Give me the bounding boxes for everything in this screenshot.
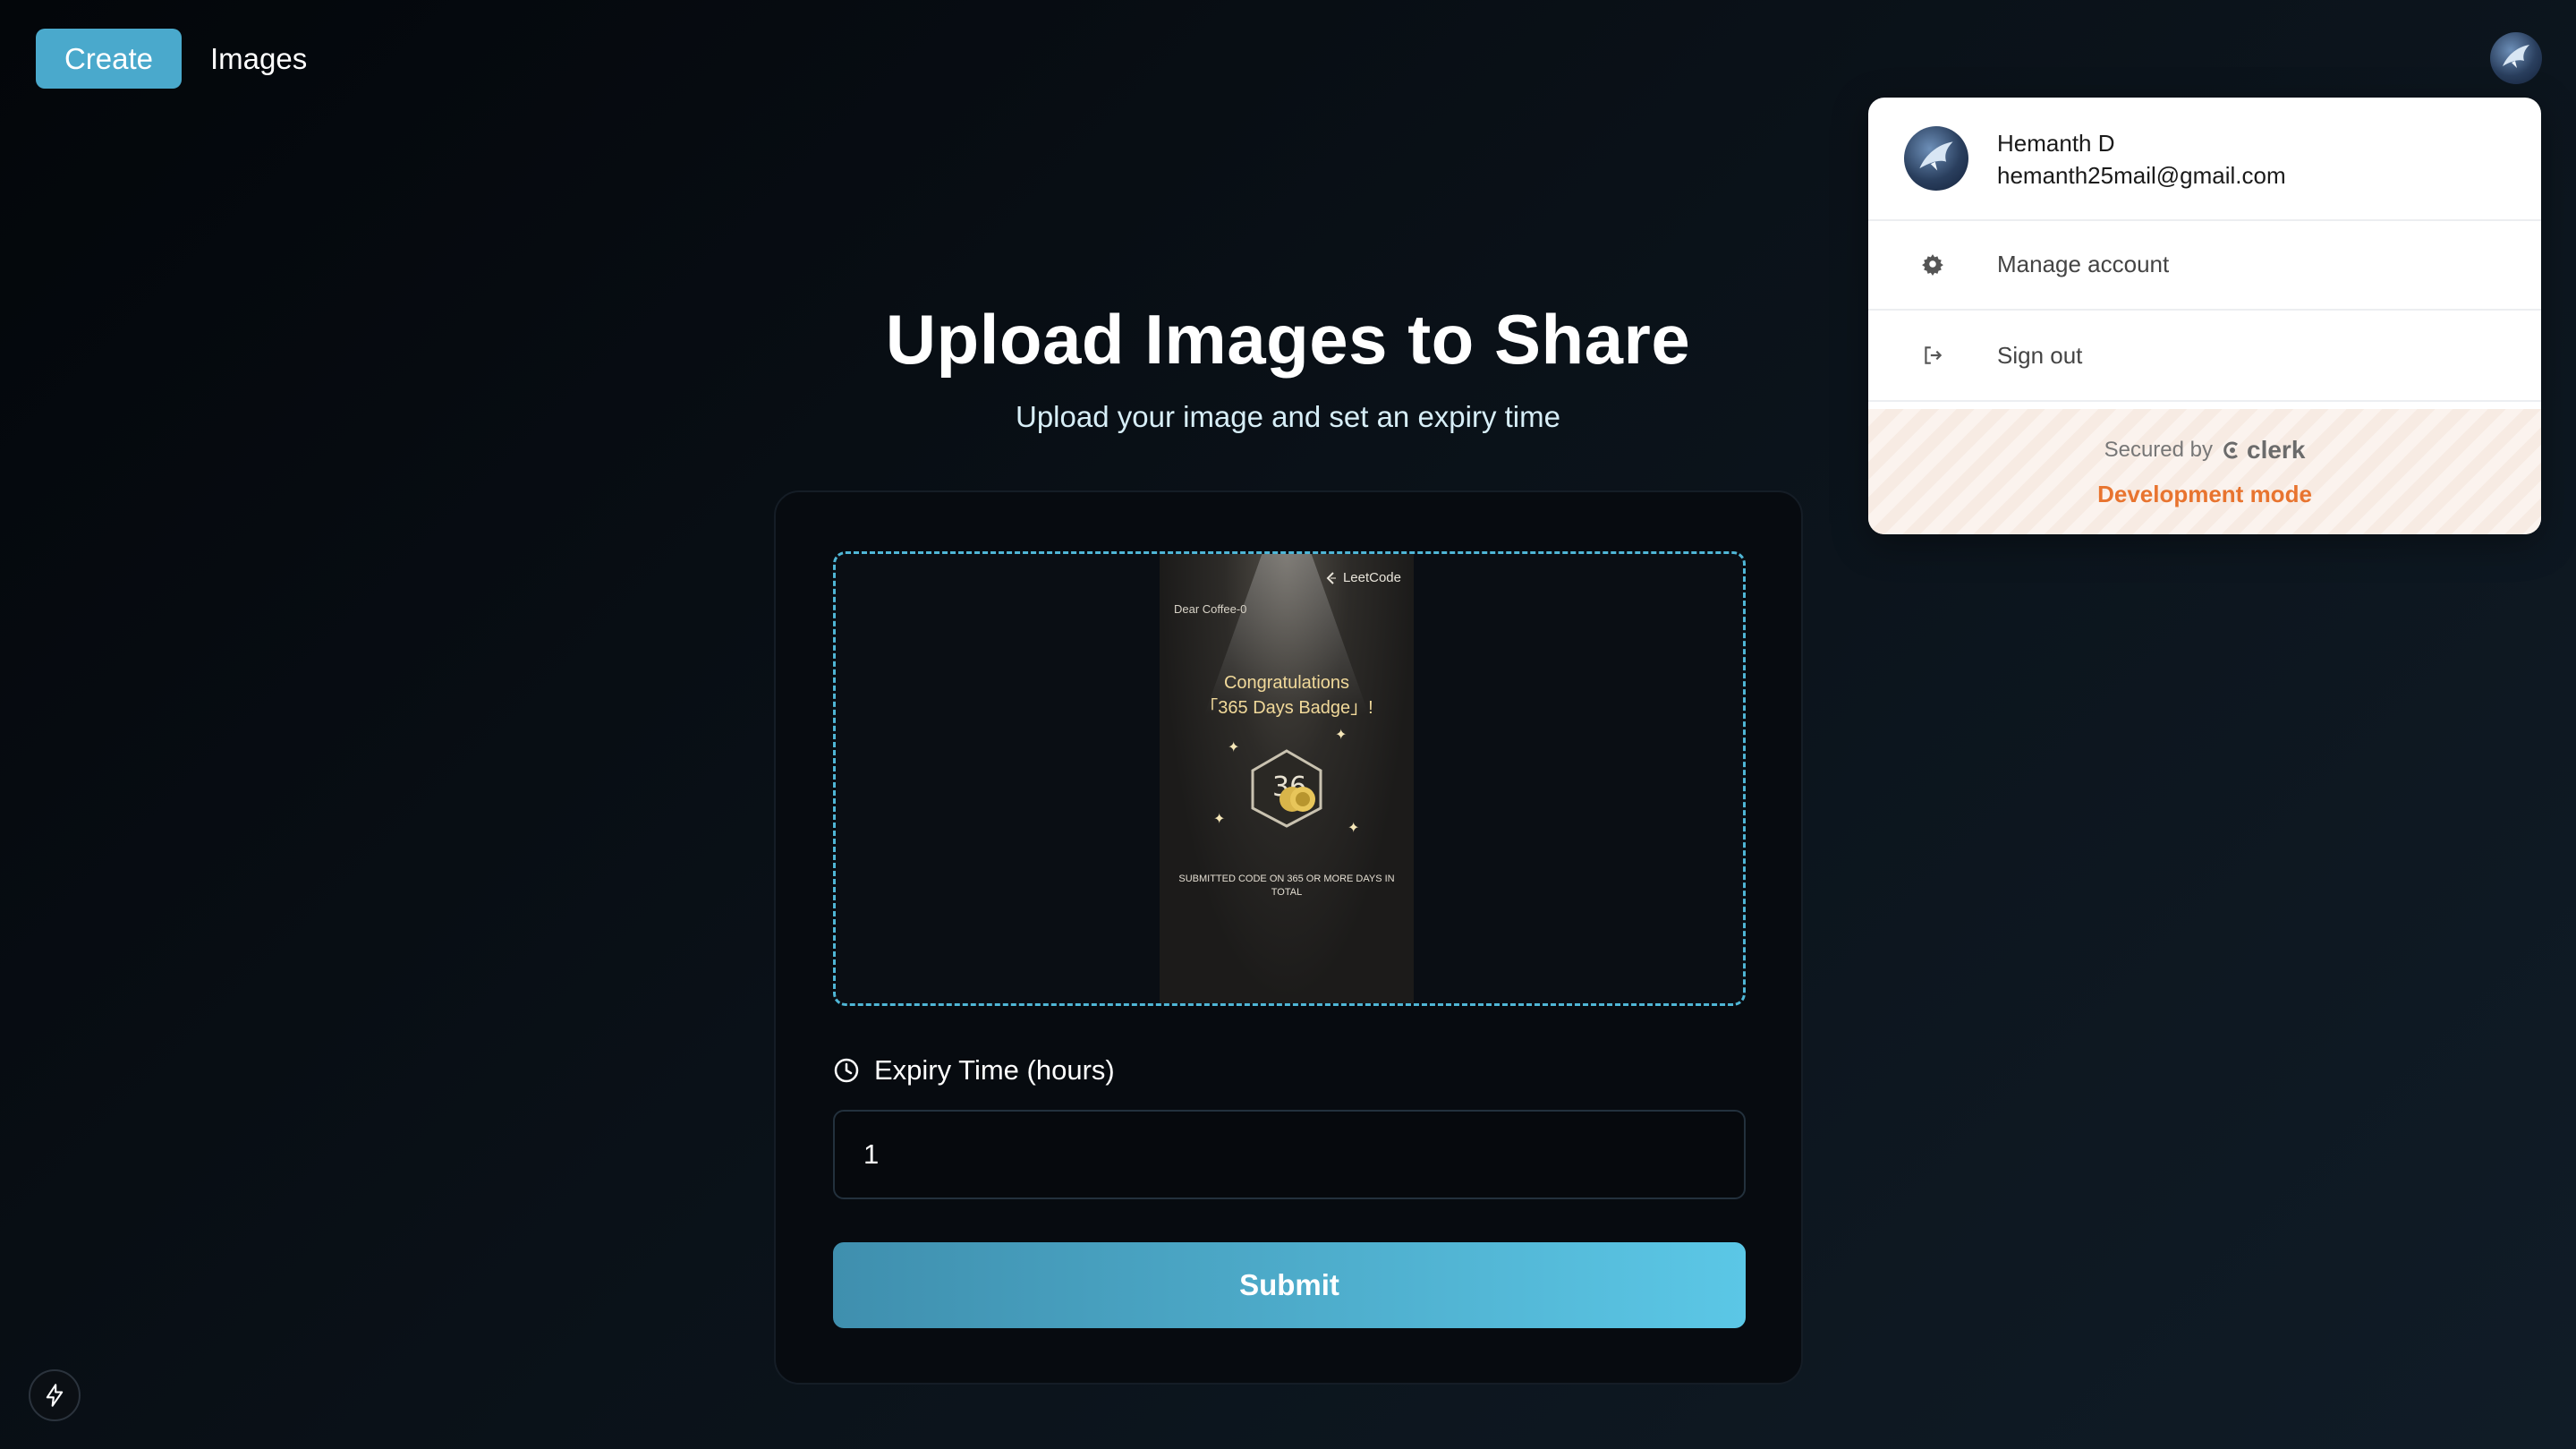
expiry-label-text: Expiry Time (hours) bbox=[874, 1054, 1115, 1086]
sparkle-icon: ✦ bbox=[1213, 812, 1226, 827]
leetcode-logo-icon bbox=[1326, 571, 1336, 584]
sign-out-label: Sign out bbox=[1997, 341, 2083, 369]
sign-out-button[interactable]: Sign out bbox=[1868, 311, 2541, 402]
expiry-label: Expiry Time (hours) bbox=[833, 1054, 1115, 1087]
user-email: hemanth25mail@gmail.com bbox=[1997, 162, 2286, 189]
manage-account-button[interactable]: Manage account bbox=[1868, 219, 2541, 311]
submit-button[interactable]: Submit bbox=[833, 1242, 1746, 1328]
user-info: Hemanth D hemanth25mail@gmail.com bbox=[1868, 98, 2541, 221]
preview-congrats-line1: Congratulations bbox=[1223, 673, 1350, 693]
shark-avatar-icon bbox=[1919, 141, 1953, 171]
clerk-logo[interactable]: clerk bbox=[2222, 436, 2305, 465]
secured-by-text: Secured by bbox=[2104, 438, 2213, 462]
top-nav: Create Images bbox=[36, 29, 307, 89]
user-name: Hemanth D bbox=[1997, 130, 2115, 157]
badge-365-icon: 36 bbox=[1251, 749, 1322, 828]
clock-icon bbox=[834, 1058, 859, 1083]
create-nav-button[interactable]: Create bbox=[36, 29, 182, 89]
shark-avatar-icon bbox=[2503, 45, 2529, 68]
development-mode-label: Development mode bbox=[2097, 481, 2312, 507]
preview-brand: LeetCode bbox=[1324, 570, 1401, 585]
clerk-logo-icon bbox=[2223, 441, 2238, 459]
manage-account-label: Manage account bbox=[1997, 250, 2170, 277]
popover-footer: Secured by clerk Development mode bbox=[1868, 409, 2541, 534]
clerk-logo-text: clerk bbox=[2247, 436, 2306, 464]
sign-out-icon bbox=[1868, 344, 1997, 367]
preview-greeting: Dear Coffee-0 bbox=[1174, 602, 1247, 616]
sparkle-icon: ✦ bbox=[1335, 728, 1348, 743]
avatar bbox=[1904, 126, 1968, 191]
user-avatar-button[interactable] bbox=[2490, 32, 2542, 84]
user-menu-popover: Hemanth D hemanth25mail@gmail.com Manage… bbox=[1868, 98, 2541, 534]
preview-congrats-line2: 「365 Days Badge」! bbox=[1200, 698, 1373, 718]
upload-card: LeetCode Dear Coffee-0 Congratulations 「… bbox=[774, 490, 1803, 1385]
sparkle-icon: ✦ bbox=[1348, 821, 1360, 836]
preview-footer: SUBMITTED CODE ON 365 OR MORE DAYS IN TO… bbox=[1178, 874, 1395, 898]
dev-tools-button[interactable] bbox=[29, 1369, 81, 1421]
secured-by: Secured by clerk bbox=[1868, 436, 2541, 465]
gear-icon bbox=[1868, 252, 1997, 276]
preview-brand-text: LeetCode bbox=[1342, 570, 1401, 585]
uploaded-image-preview: LeetCode Dear Coffee-0 Congratulations 「… bbox=[1160, 554, 1414, 1003]
preview-congrats: Congratulations 「365 Days Badge」! bbox=[1160, 670, 1414, 720]
expiry-hours-input[interactable] bbox=[833, 1110, 1746, 1199]
images-nav-link[interactable]: Images bbox=[210, 42, 307, 76]
image-dropzone[interactable]: LeetCode Dear Coffee-0 Congratulations 「… bbox=[833, 551, 1746, 1006]
sparkle-icon: ✦ bbox=[1228, 740, 1240, 755]
lightning-bolt-icon bbox=[46, 1384, 64, 1407]
